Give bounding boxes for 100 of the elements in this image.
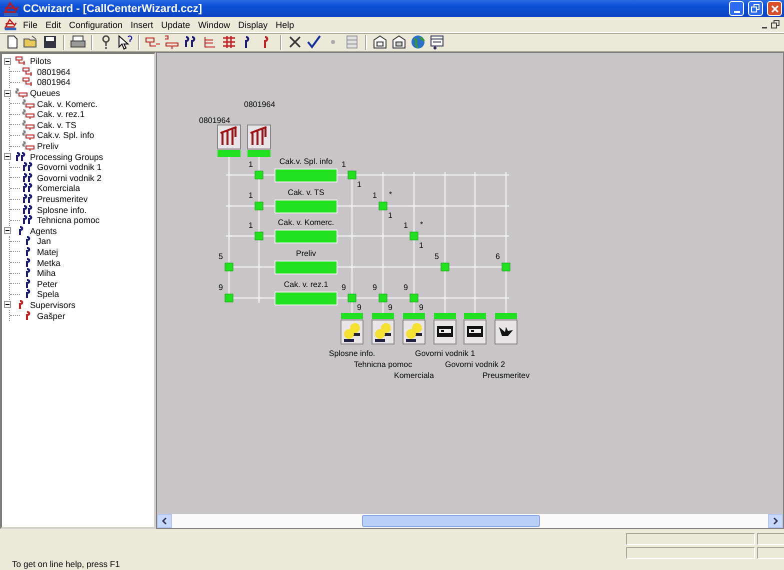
link-label: 1 (404, 221, 408, 230)
connector-node[interactable] (378, 294, 388, 302)
tree-item[interactable]: Spela (37, 289, 59, 300)
print-icon[interactable] (70, 34, 86, 50)
connector-node[interactable] (224, 262, 234, 272)
group-node[interactable] (340, 313, 364, 344)
status-panel (757, 547, 784, 559)
link-label: 9 (357, 303, 362, 312)
collapse-icon[interactable] (4, 301, 11, 308)
connector-node[interactable] (440, 262, 450, 272)
check-icon[interactable] (306, 34, 322, 50)
tree-item[interactable]: Cak. v. Komerc. (37, 98, 98, 109)
link-label: 9 (404, 283, 408, 292)
group-node[interactable] (402, 313, 426, 344)
tree-item[interactable]: Gašper (37, 310, 66, 321)
globe-icon[interactable] (410, 34, 426, 50)
link-label: 1 (357, 180, 362, 189)
group-label: Splosne info. (328, 349, 376, 358)
tree-item[interactable]: Govorni vodnik 2 (37, 172, 102, 183)
connector-node[interactable] (348, 170, 356, 180)
link-label: 5 (434, 252, 439, 261)
grid-icon[interactable] (221, 34, 237, 50)
scrollbar-thumb[interactable] (362, 515, 540, 527)
pilot-icon (22, 66, 35, 77)
tree-item[interactable]: Cak. v. TS (37, 120, 76, 130)
menu-item[interactable]: Display (234, 20, 272, 30)
link-label: 1 (419, 241, 424, 250)
connector-node[interactable] (224, 294, 234, 302)
menu-item[interactable]: Edit (42, 20, 66, 30)
pilot-node[interactable] (217, 124, 241, 157)
menu-item[interactable]: Configuration (65, 20, 127, 30)
tree-item[interactable]: Govorni vodnik 1 (37, 162, 102, 172)
collapse-icon[interactable] (4, 90, 11, 97)
menu-item[interactable]: Insert (126, 20, 158, 30)
tree-item[interactable]: Pilots (30, 56, 52, 66)
restore-icon[interactable] (771, 20, 780, 29)
collapse-icon[interactable] (4, 227, 11, 234)
save-icon[interactable] (42, 34, 58, 50)
tree-item[interactable]: Cak. v. rez.1 (37, 109, 85, 120)
collapse-icon[interactable] (4, 58, 11, 65)
group-icon (22, 194, 35, 204)
context-help-icon[interactable] (117, 34, 133, 50)
scroll-right-button[interactable] (768, 514, 783, 528)
pilot-node[interactable] (247, 124, 271, 157)
menu-item[interactable]: File (19, 20, 42, 30)
menu-item[interactable]: Help (272, 20, 298, 30)
link-label: * (420, 220, 424, 229)
document-icon[interactable] (4, 18, 17, 31)
group-node[interactable] (464, 313, 486, 344)
group-node[interactable] (372, 313, 394, 344)
queue-label: Cak. v. Komerc. (278, 218, 334, 227)
menu-item[interactable]: Update (157, 20, 194, 30)
tree-item[interactable]: Metka (37, 258, 60, 268)
delete-icon[interactable] (287, 34, 303, 50)
tree-item[interactable]: Tehnicna pomoc (37, 215, 100, 226)
restore-button[interactable] (748, 1, 763, 16)
connector-node[interactable] (410, 232, 418, 240)
connector-node[interactable] (410, 294, 418, 302)
restore-icon (751, 4, 760, 13)
building-icon[interactable] (372, 34, 388, 50)
queue-icon (15, 88, 28, 98)
group-node[interactable] (494, 313, 518, 344)
connector-node[interactable] (378, 202, 388, 210)
window-icon[interactable] (429, 34, 445, 50)
tree-item[interactable]: Matej (37, 246, 58, 257)
tree-item[interactable]: Miha (37, 268, 56, 278)
tree-item[interactable]: Supervisors (30, 300, 76, 310)
window-title: CCwizard - [CallCenterWizard.ccz] (23, 2, 203, 14)
connector-node[interactable] (254, 170, 264, 180)
tree-item[interactable]: Preusmeritev (37, 194, 88, 204)
tree-item[interactable]: Jan (37, 236, 51, 246)
tree-item[interactable]: Komerciala (37, 183, 80, 194)
tree-item[interactable]: Preliv (37, 141, 58, 152)
tree-item[interactable]: Peter (37, 278, 58, 289)
open-folder-icon[interactable] (23, 34, 39, 50)
tree-item[interactable]: 0801964 (37, 66, 70, 77)
tree-item[interactable]: Cak.v. Spl. info (37, 130, 94, 140)
group-label: Komerciala (394, 371, 434, 380)
connector-node[interactable] (254, 202, 264, 210)
connector-node[interactable] (502, 262, 510, 272)
group-label: Tehnicna pomoc (354, 360, 412, 369)
connector-node[interactable] (348, 294, 356, 302)
list-icon[interactable] (202, 34, 218, 50)
tree-item[interactable]: 0801964 (37, 77, 70, 88)
close-button[interactable] (767, 1, 782, 16)
tree-item[interactable]: Agents (30, 226, 57, 236)
building-icon[interactable] (391, 34, 407, 50)
group-node[interactable] (434, 313, 456, 344)
scroll-left-button[interactable] (157, 514, 172, 528)
menu-item[interactable]: Window (194, 20, 234, 30)
tree-item[interactable]: Processing Groups (30, 152, 104, 162)
queue-icon[interactable] (164, 34, 180, 50)
queue-icon (22, 120, 35, 130)
connector-node[interactable] (254, 232, 264, 240)
group-icon (22, 204, 35, 215)
tree-item[interactable]: Splosne info. (37, 204, 87, 215)
tree-item[interactable]: Queues (30, 88, 60, 98)
minimize-button[interactable] (729, 1, 744, 16)
collapse-icon[interactable] (4, 153, 11, 160)
link-label: 9 (218, 283, 223, 292)
